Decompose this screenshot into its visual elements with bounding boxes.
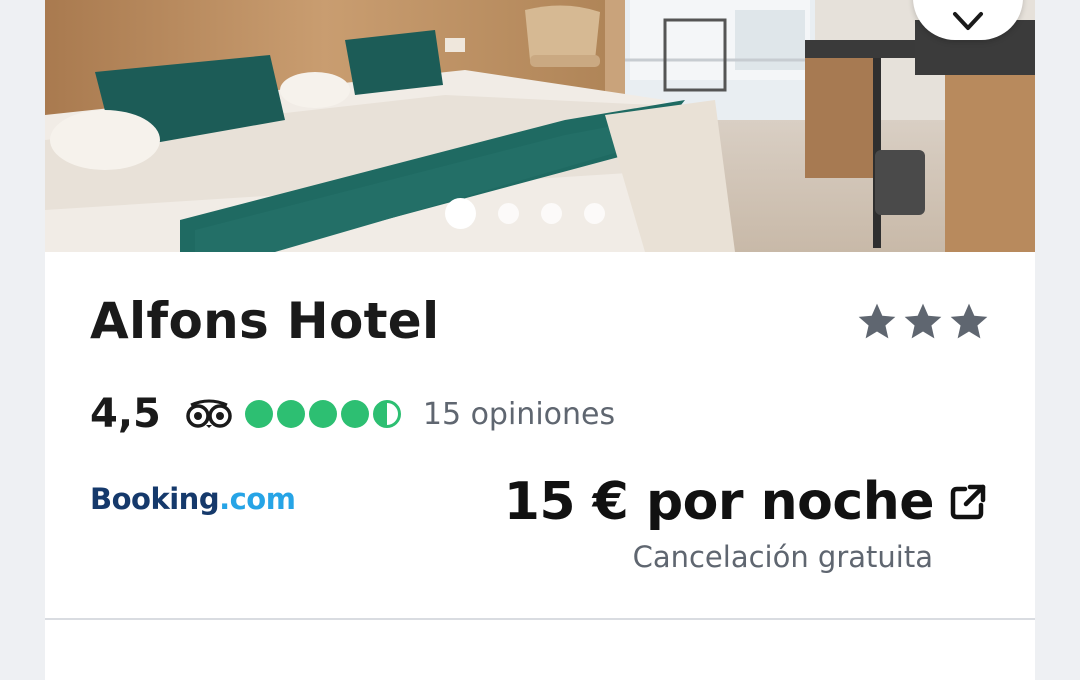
- rating-bubbles: [244, 400, 401, 428]
- next-hotel-card[interactable]: [45, 620, 1035, 680]
- gallery-dot-3[interactable]: [541, 203, 562, 224]
- hotel-name[interactable]: Alfons Hotel: [90, 292, 439, 350]
- rating-bubble: [276, 400, 305, 428]
- hotel-photo[interactable]: [45, 0, 1035, 252]
- external-link-icon: [948, 482, 988, 522]
- gallery-pagination: [445, 198, 605, 229]
- hotel-star-rating: [855, 300, 991, 344]
- heart-icon: [953, 12, 983, 30]
- star-icon: [950, 303, 988, 339]
- rating-bubble: [340, 400, 369, 428]
- gallery-dot-1[interactable]: [445, 198, 476, 229]
- price-link[interactable]: 15 € por noche: [504, 472, 988, 532]
- free-cancellation-label: Cancelación gratuita: [632, 540, 933, 574]
- rating-bubble: [244, 400, 273, 428]
- reviews-count-link[interactable]: 15 opiniones: [423, 397, 615, 432]
- provider-logo[interactable]: Booking.com: [90, 482, 296, 516]
- tripadvisor-icon: [186, 399, 232, 428]
- star-icon: [858, 303, 896, 339]
- gallery-dot-4[interactable]: [584, 203, 605, 224]
- star-icon: [904, 303, 942, 339]
- rating-bubble: [308, 400, 337, 428]
- rating-score: 4,5: [90, 391, 161, 437]
- price-per-night: 15 € por noche: [503, 472, 935, 532]
- provider-suffix: .com: [219, 482, 296, 516]
- provider-brand: Booking: [90, 482, 220, 516]
- review-rating-row: 4,5 15 opiniones: [90, 386, 615, 442]
- rating-bubble-half: [372, 400, 401, 428]
- hotel-card[interactable]: Alfons Hotel 4,5 15 opiniones Booking.co…: [45, 0, 1035, 620]
- gallery-dot-2[interactable]: [498, 203, 519, 224]
